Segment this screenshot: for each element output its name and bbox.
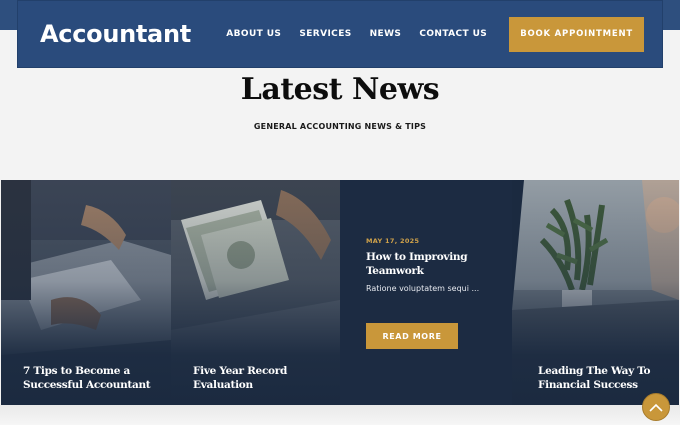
site-header: Accountant ABOUT US SERVICES NEWS CONTAC… [17,0,663,68]
nav-services[interactable]: SERVICES [299,29,351,39]
book-appointment-button[interactable]: BOOK APPOINTMENT [509,16,644,52]
news-carousel: 7 Tips to Become a Successful Accountant… [1,180,679,405]
post-title[interactable]: Five Year Record Evaluation [193,364,333,392]
featured-news-card[interactable]: MAY 17, 2025 How to Improving Teamwork R… [340,180,512,405]
section-subtitle: GENERAL ACCOUNTING NEWS & TIPS [253,122,427,131]
post-title[interactable]: Leading The Way To Financial Success [538,364,678,392]
news-card-1[interactable]: 7 Tips to Become a Successful Accountant [1,180,171,405]
news-card-2[interactable]: Five Year Record Evaluation [171,180,340,405]
read-more-button[interactable]: READ MORE [366,323,458,349]
post-excerpt: Ratione voluptatem sequi ... [366,284,480,293]
nav-contact-us[interactable]: CONTACT US [419,29,487,39]
nav-news[interactable]: NEWS [370,29,402,39]
section-title: Latest News [240,72,440,107]
post-date: MAY 17, 2025 [366,237,420,245]
main-nav: ABOUT US SERVICES NEWS CONTACT US [226,29,487,39]
bottom-shadow [0,405,680,425]
post-title[interactable]: How to Improving Teamwork [366,250,496,278]
site-logo[interactable]: Accountant [40,20,191,48]
chevron-up-icon [649,403,663,412]
news-card-4[interactable]: Leading The Way To Financial Success [512,180,679,405]
nav-about-us[interactable]: ABOUT US [226,29,281,39]
scroll-to-top-button[interactable] [642,393,670,421]
post-title[interactable]: 7 Tips to Become a Successful Accountant [23,364,163,392]
